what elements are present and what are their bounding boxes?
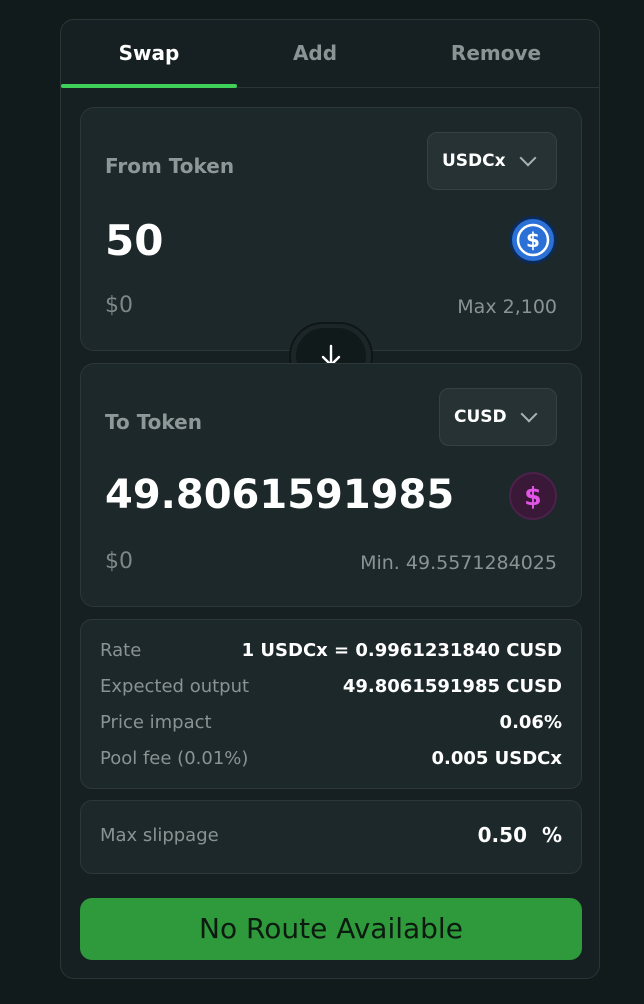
max-balance-link[interactable]: Max 2,100 bbox=[457, 296, 557, 318]
percent-unit: % bbox=[541, 823, 562, 847]
no-route-button[interactable]: No Route Available bbox=[80, 898, 582, 960]
detail-row-rate: Rate 1 USDCx = 0.9961231840 CUSD bbox=[100, 638, 562, 662]
from-token-card: From Token USDCx 50 $ $0 Max 2,100 bbox=[80, 107, 582, 351]
detail-value: 0.005 USDCx bbox=[431, 747, 562, 769]
detail-row-pool-fee: Pool fee (0.01%) 0.005 USDCx bbox=[100, 746, 562, 770]
max-slippage-label: Max slippage bbox=[100, 825, 219, 846]
to-token-symbol: CUSD bbox=[454, 407, 507, 427]
tab-remove[interactable]: Remove bbox=[393, 20, 599, 88]
detail-label: Price impact bbox=[100, 711, 212, 733]
from-token-symbol: USDCx bbox=[442, 151, 506, 171]
detail-row-price-impact: Price impact 0.06% bbox=[100, 710, 562, 734]
max-slippage-input[interactable]: 0.50 bbox=[478, 823, 527, 847]
tab-bar: Swap Add Remove bbox=[61, 20, 599, 88]
tab-swap[interactable]: Swap bbox=[61, 20, 237, 88]
to-amount-output: 49.8061591985 bbox=[105, 472, 455, 518]
detail-value: 49.8061591985 CUSD bbox=[342, 675, 562, 697]
swap-panel: Swap Add Remove From Token USDCx 50 $ $0… bbox=[60, 19, 600, 979]
to-token-card: To Token CUSD 49.8061591985 $ $0 Min. 49… bbox=[80, 363, 582, 607]
detail-value: 0.06% bbox=[499, 711, 562, 733]
to-token-select[interactable]: CUSD bbox=[439, 388, 557, 446]
from-usd-value: $0 bbox=[105, 293, 133, 318]
detail-row-expected-output: Expected output 49.8061591985 CUSD bbox=[100, 674, 562, 698]
usdc-coin-icon: $ bbox=[509, 216, 557, 264]
detail-value: 1 USDCx = 0.9961231840 CUSD bbox=[241, 639, 562, 661]
detail-label: Pool fee (0.01%) bbox=[100, 747, 249, 769]
max-slippage-card: Max slippage 0.50 % bbox=[80, 800, 582, 874]
chevron-down-icon bbox=[520, 405, 538, 423]
detail-label: Expected output bbox=[100, 675, 250, 697]
detail-label: Rate bbox=[100, 639, 142, 661]
swap-details-card: Rate 1 USDCx = 0.9961231840 CUSD Expecte… bbox=[80, 619, 582, 789]
svg-text:$: $ bbox=[524, 482, 541, 511]
from-amount-input[interactable]: 50 bbox=[105, 216, 163, 265]
min-received-text: Min. 49.5571284025 bbox=[360, 552, 557, 574]
to-token-label: To Token bbox=[105, 410, 202, 434]
tab-add[interactable]: Add bbox=[237, 20, 393, 88]
from-token-select[interactable]: USDCx bbox=[427, 132, 557, 190]
from-token-label: From Token bbox=[105, 154, 235, 178]
to-usd-value: $0 bbox=[105, 549, 133, 574]
dollar-coin-icon: $ bbox=[509, 472, 557, 520]
svg-text:$: $ bbox=[526, 228, 540, 252]
chevron-down-icon bbox=[519, 149, 537, 167]
active-tab-indicator bbox=[61, 84, 237, 88]
